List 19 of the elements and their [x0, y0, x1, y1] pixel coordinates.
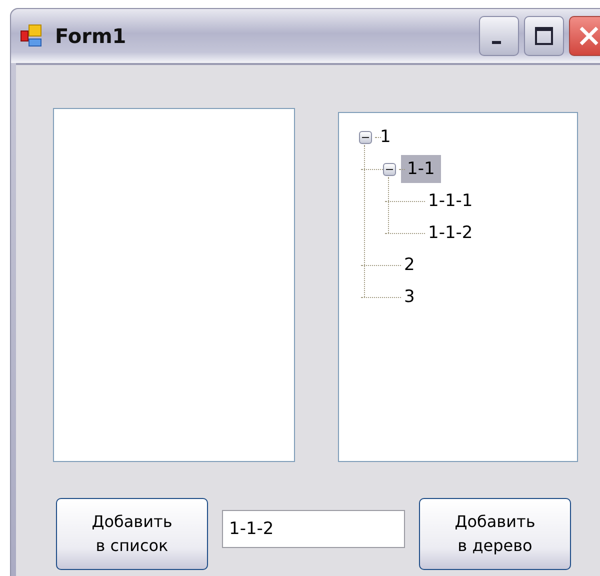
close-button[interactable]	[569, 16, 600, 56]
text-field[interactable]: 1-1-2	[222, 510, 405, 548]
tree-view[interactable]: 1 1-1 1-1-1 1-1-2 2 3	[338, 112, 578, 462]
minimize-button[interactable]	[479, 16, 519, 56]
tree-node[interactable]: 3	[401, 286, 418, 308]
collapse-toggle[interactable]	[358, 130, 372, 144]
tree-node[interactable]: 2	[401, 254, 418, 276]
add-to-tree-button[interactable]: Добавить в дерево	[419, 498, 571, 570]
collapse-toggle[interactable]	[382, 162, 396, 176]
close-icon	[577, 24, 600, 48]
tree-node[interactable]: 1-1	[401, 155, 441, 183]
tree-node[interactable]: 1-1-2	[425, 222, 476, 244]
add-to-list-button[interactable]: Добавить в список	[56, 498, 208, 570]
tree-node[interactable]: 1	[377, 126, 394, 148]
maximize-icon	[533, 25, 555, 47]
maximize-button[interactable]	[524, 16, 564, 56]
window-title: Form1	[55, 24, 128, 48]
tree-node[interactable]: 1-1-1	[425, 190, 476, 212]
minimize-icon	[492, 40, 500, 44]
